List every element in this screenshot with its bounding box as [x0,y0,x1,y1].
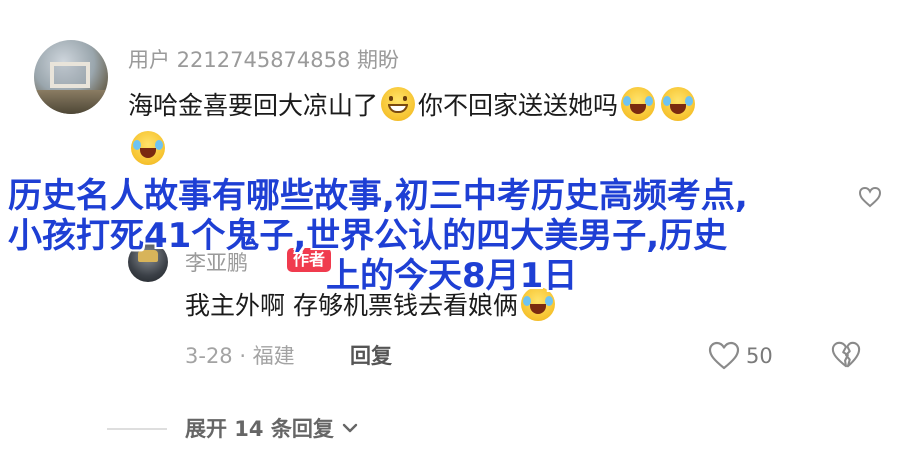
overlay-line-2: 小孩打死41个鬼子,世界公认的四大美男子,历史 [8,216,728,256]
crying-laughing-icon [661,87,696,121]
expand-replies-button[interactable]: 展开 14 条回复 [185,413,359,443]
overlay-line-1: 历史名人故事有哪些故事,初三中考历史高频考点, [8,176,748,216]
commenter-avatar[interactable] [34,40,108,114]
expand-replies-label: 展开 14 条回复 [185,417,334,441]
like-count: 50 [746,344,773,368]
reply-button[interactable]: 回复 [350,340,392,370]
avatar-photo-ground [34,90,108,114]
broken-heart-icon[interactable] [831,340,861,370]
comment-text-part1: 海哈金喜要回大凉山了 [128,91,379,120]
grinning-face-icon [381,87,416,121]
expand-divider [107,428,167,430]
commenter-username[interactable]: 用户 2212745874858 期盼 [128,44,399,74]
crying-laughing-icon [131,131,165,165]
comment-text-part2: 你不回家送送她吗 [418,91,619,120]
overlay-headline: 历史名人故事有哪些故事,初三中考历史高频考点, 小孩打死41个鬼子,世界公认的四… [8,176,888,296]
avatar-photo-frame [50,62,90,88]
chevron-down-icon [342,423,358,433]
like-button[interactable]: 50 [708,340,773,372]
overlay-line-3: 上的今天8月1日 [326,256,578,296]
reply-date-location: 3-28 · 福建 [185,344,295,368]
comment-text: 海哈金喜要回大凉山了 你不回家送送她吗 [128,84,868,172]
heart-icon [708,341,740,370]
crying-laughing-icon [621,87,656,121]
